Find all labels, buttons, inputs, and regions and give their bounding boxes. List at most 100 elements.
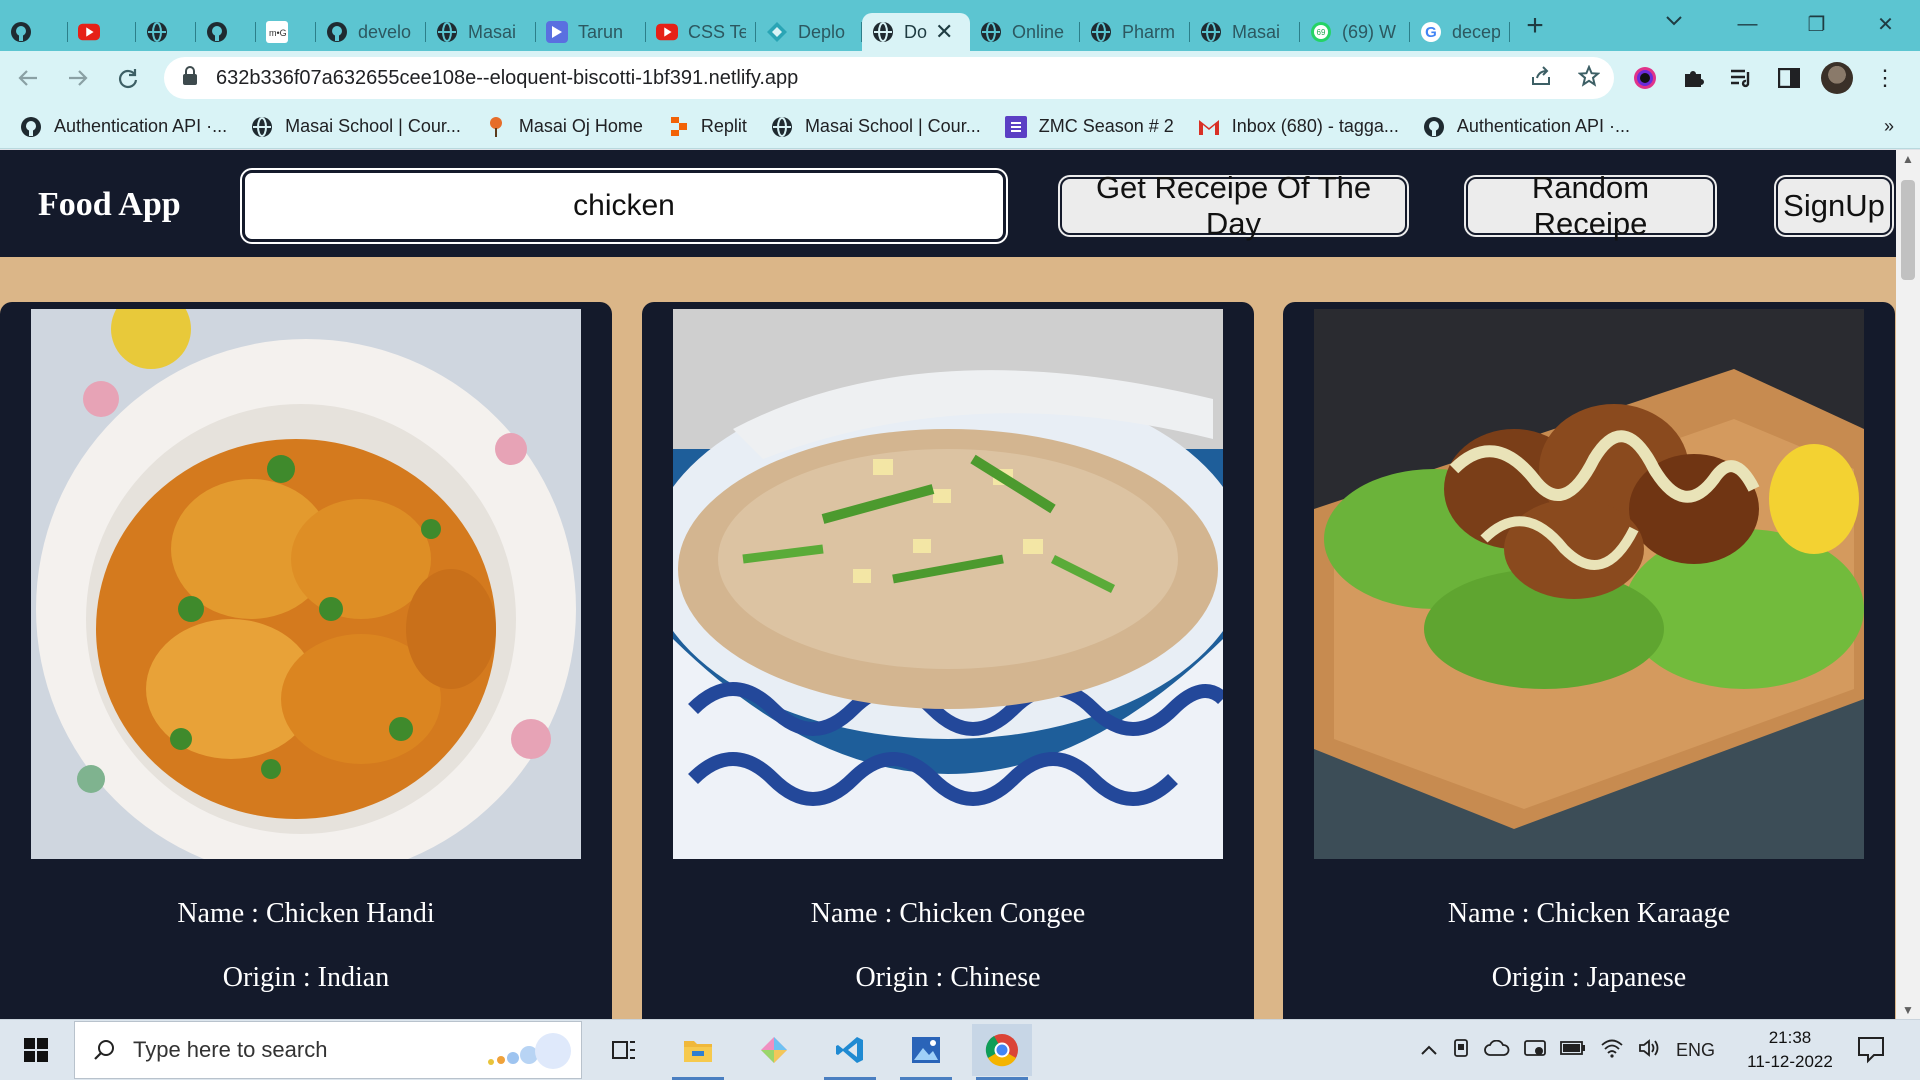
browser-toolbar: 632b336f07a632655cee108e--eloquent-bisco…	[0, 51, 1920, 105]
browser-tab[interactable]	[196, 13, 256, 51]
bookmark-item[interactable]: Replit	[667, 116, 747, 138]
bookmark-item[interactable]: Inbox (680) - tagga...	[1198, 116, 1399, 138]
globe-icon	[771, 116, 793, 138]
task-view-icon[interactable]	[594, 1024, 654, 1076]
browser-tab[interactable]: 69 (69) W	[1300, 13, 1410, 51]
page-scrollbar[interactable]: ▲ ▼	[1896, 150, 1920, 1019]
lock-icon[interactable]	[182, 65, 202, 91]
taskbar-search-placeholder: Type here to search	[133, 1037, 328, 1062]
tab-title: Masai	[468, 21, 517, 42]
more-bookmarks-button[interactable]: »	[1884, 116, 1894, 137]
globe-icon	[1200, 21, 1222, 43]
youtube-icon	[78, 21, 100, 43]
minimize-icon[interactable]: —	[1713, 13, 1782, 36]
bookmark-item[interactable]: Masai Oj Home	[485, 116, 643, 138]
search-highlight-icon	[488, 1033, 571, 1069]
tab-title: Do	[904, 21, 928, 42]
recipe-card[interactable]: Name : Chicken Congee Origin : Chinese	[642, 302, 1254, 1019]
browser-tab[interactable]: Masai	[426, 13, 536, 51]
browser-tab[interactable]: CSS Te	[646, 13, 756, 51]
browser-tab[interactable]: Deplo	[756, 13, 862, 51]
clock-time: 21:38	[1768, 1028, 1812, 1047]
browser-tab[interactable]: G decep	[1410, 13, 1510, 51]
recipe-of-the-day-button[interactable]: Get Receipe Of The Day	[1060, 170, 1407, 241]
browser-tab-active[interactable]: Do ✕	[862, 13, 970, 51]
recipe-image[interactable]	[31, 309, 581, 859]
forward-button[interactable]	[56, 56, 100, 100]
security-icon[interactable]	[1524, 1038, 1546, 1063]
scrollbar-thumb[interactable]	[1901, 180, 1915, 280]
recipe-search-input[interactable]	[242, 170, 1006, 242]
taskbar-clock[interactable]: 21:38 11-12-2022	[1738, 1026, 1842, 1074]
vscode-icon[interactable]	[820, 1024, 880, 1080]
recipe-origin: Origin : Chinese	[855, 962, 1041, 993]
device-icon[interactable]	[1452, 1038, 1470, 1063]
puzzle-extensions-icon[interactable]	[1676, 59, 1710, 97]
recipe-card[interactable]: Name : Chicken Karaage Origin : Japanese	[1283, 302, 1895, 1019]
bookmark-item[interactable]: ZMC Season # 2	[1004, 115, 1174, 138]
scroll-up-arrow-icon[interactable]: ▲	[1896, 152, 1920, 166]
whatsapp-icon: 69	[1310, 21, 1332, 43]
signup-button[interactable]: SignUp	[1776, 177, 1892, 235]
close-window-icon[interactable]: ✕	[1851, 12, 1920, 37]
address-bar[interactable]: 632b336f07a632655cee108e--eloquent-bisco…	[164, 57, 1614, 99]
profile-avatar[interactable]	[1820, 59, 1854, 97]
browser-tab-strip: m•G develo Masai Tarun CSS Te Deplo Do ✕…	[0, 0, 1920, 51]
recipe-image[interactable]	[1314, 309, 1864, 859]
bookmark-item[interactable]: Authentication API ·...	[1423, 116, 1630, 138]
github-icon	[326, 21, 348, 43]
bookmark-label: Authentication API ·...	[54, 116, 228, 136]
restore-icon[interactable]: ❐	[1782, 12, 1851, 37]
browser-tab[interactable]	[136, 13, 196, 51]
input-language[interactable]: ENG	[1676, 1040, 1715, 1061]
volume-icon[interactable]	[1638, 1038, 1662, 1063]
browser-tab[interactable]: Pharm	[1080, 13, 1190, 51]
chevron-up-icon[interactable]	[1420, 1040, 1438, 1061]
color-picker-extension-icon[interactable]	[1628, 59, 1662, 97]
bookmark-item[interactable]: Authentication API ·...	[20, 116, 227, 138]
start-button[interactable]	[0, 1020, 72, 1080]
list-icon	[1004, 115, 1027, 138]
browser-tab[interactable]	[68, 13, 136, 51]
gmail-icon	[1198, 116, 1220, 138]
file-explorer-icon[interactable]	[668, 1024, 728, 1080]
recipe-name: Name : Chicken Handi	[177, 898, 435, 929]
extensions-area: ⋮	[1628, 59, 1902, 97]
back-button[interactable]	[6, 56, 50, 100]
onedrive-cloud-icon[interactable]	[1484, 1039, 1510, 1061]
browser-tab[interactable]: Masai	[1190, 13, 1300, 51]
new-tab-button[interactable]: +	[1516, 7, 1554, 45]
recipe-card[interactable]: Name : Chicken Handi Origin : Indian	[0, 302, 612, 1019]
battery-icon[interactable]	[1560, 1040, 1586, 1061]
browser-tab[interactable]: Tarun	[536, 13, 646, 51]
page-viewport: Food App Get Receipe Of The Day Random R…	[0, 150, 1920, 1019]
recipe-image[interactable]	[673, 309, 1223, 859]
reload-button[interactable]	[106, 56, 150, 100]
browser-tab[interactable]: m•G	[256, 13, 316, 51]
taskbar-search-box[interactable]: Type here to search	[74, 1021, 582, 1079]
scroll-down-arrow-icon[interactable]: ▼	[1896, 1003, 1920, 1017]
bookmark-star-icon[interactable]	[1577, 64, 1601, 93]
bookmark-label: Masai Oj Home	[518, 116, 643, 136]
wifi-icon[interactable]	[1600, 1038, 1624, 1063]
side-panel-icon[interactable]	[1772, 59, 1806, 97]
mg-icon: m•G	[266, 21, 288, 43]
media-queue-icon[interactable]	[1724, 59, 1758, 97]
app-diamond-icon[interactable]	[744, 1024, 804, 1076]
system-tray: ENG	[1420, 1020, 1715, 1080]
browser-tab[interactable]: Online	[970, 13, 1080, 51]
share-icon[interactable]	[1530, 65, 1552, 93]
random-recipe-button[interactable]: Random Receipe	[1466, 170, 1715, 241]
close-tab-icon[interactable]: ✕	[935, 19, 953, 45]
chrome-icon[interactable]	[972, 1024, 1032, 1080]
clock-date: 11-12-2022	[1747, 1052, 1833, 1071]
notifications-icon[interactable]	[1856, 1034, 1886, 1064]
menu-kebab-icon[interactable]: ⋮	[1868, 59, 1902, 97]
browser-tab[interactable]: develo	[316, 13, 426, 51]
photos-icon[interactable]	[896, 1024, 956, 1080]
browser-tab[interactable]	[0, 13, 68, 51]
bookmark-item[interactable]: Masai School | Cour...	[771, 116, 981, 138]
app-brand[interactable]: Food App	[38, 186, 181, 224]
tab-search-chevron-icon[interactable]	[1665, 10, 1683, 33]
bookmark-item[interactable]: Masai School | Cour...	[251, 116, 461, 138]
